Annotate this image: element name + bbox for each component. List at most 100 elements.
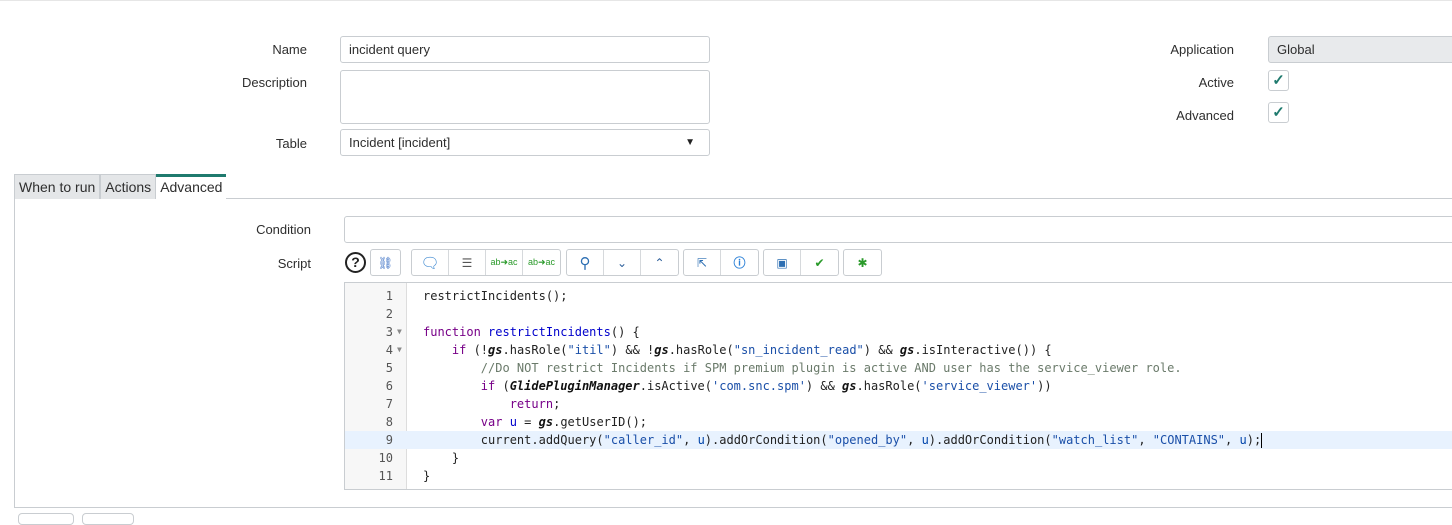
- line-number: 6: [385, 379, 393, 393]
- code-token: ) && !: [610, 343, 655, 357]
- fold-arrow-icon[interactable]: ▼: [397, 323, 402, 341]
- code-token: "opened_by": [827, 433, 908, 447]
- tab-advanced[interactable]: Advanced: [156, 174, 227, 199]
- application-field: Global: [1268, 36, 1452, 63]
- top-divider: [0, 0, 1452, 1]
- line-number: 5: [385, 361, 393, 375]
- code-token: .getUserID();: [553, 415, 648, 429]
- fullscreen-icon[interactable]: ⇱: [684, 250, 721, 275]
- code-token: () {: [610, 325, 640, 339]
- toolbar-group-5: ▣ ✔: [763, 249, 839, 276]
- code-token: gs: [538, 415, 554, 429]
- code-token: GlidePluginManager: [509, 379, 640, 393]
- code-token: restrictIncidents();: [423, 289, 568, 303]
- line-number: 2: [385, 307, 393, 321]
- checkmark-icon: ✓: [1272, 104, 1285, 121]
- code-text: if (GlidePluginManager.isActive('com.snc…: [423, 377, 1052, 395]
- code-text: current.addQuery("caller_id", u).addOrCo…: [423, 431, 1263, 449]
- code-token: .isActive(: [639, 379, 712, 393]
- line-number: 8: [385, 415, 393, 429]
- code-token: }: [423, 469, 431, 483]
- condition-input[interactable]: [344, 216, 1452, 243]
- code-token: ).addOrCondition(: [704, 433, 828, 447]
- search-icon[interactable]: ⚲: [567, 250, 604, 275]
- code-line[interactable]: 7 return;: [345, 395, 1452, 413]
- code-token: 'com.snc.spm': [712, 379, 806, 393]
- code-line[interactable]: 1 restrictIncidents();: [345, 287, 1452, 305]
- code-token: ,: [1225, 433, 1240, 447]
- replace-icon[interactable]: ab➜ac: [486, 250, 523, 275]
- active-checkbox[interactable]: ✓: [1268, 70, 1289, 91]
- fold-arrow-icon[interactable]: ▼: [397, 341, 402, 359]
- code-text: function restrictIncidents() {: [423, 323, 640, 341]
- code-token: u: [921, 433, 929, 447]
- condition-label: Condition: [256, 222, 311, 237]
- script-label: Script: [277, 256, 311, 271]
- code-text: return;: [423, 395, 561, 413]
- code-token: ) &&: [863, 343, 900, 357]
- code-text: restrictIncidents();: [423, 287, 568, 305]
- debug-icon[interactable]: ✱: [844, 250, 881, 275]
- code-token: return: [509, 397, 554, 411]
- help-icon[interactable]: ⓘ: [721, 250, 758, 275]
- code-line[interactable]: 8 var u = gs.getUserID();: [345, 413, 1452, 431]
- code-token: u: [509, 415, 517, 429]
- code-token: function: [423, 325, 481, 339]
- tab-when-to-run[interactable]: When to run: [14, 174, 101, 199]
- code-line[interactable]: 5 //Do NOT restrict Incidents if SPM pre…: [345, 359, 1452, 377]
- code-token: }: [423, 451, 460, 465]
- code-token: gs: [842, 379, 857, 393]
- script-help-icon[interactable]: ?: [345, 252, 366, 273]
- format-code-icon[interactable]: ☰: [449, 250, 486, 275]
- code-token: (!: [466, 343, 489, 357]
- table-label: Table: [275, 136, 307, 151]
- check-syntax-icon[interactable]: ✔: [801, 250, 838, 275]
- code-text: }: [423, 449, 459, 467]
- code-token: ).addOrCondition(: [928, 433, 1052, 447]
- code-token: .hasRole(: [502, 343, 568, 357]
- code-line[interactable]: 10 }: [345, 449, 1452, 467]
- tab-actions[interactable]: Actions: [100, 174, 157, 199]
- dropdown-arrow-icon: ▼: [685, 137, 695, 148]
- code-line[interactable]: 11}: [345, 467, 1452, 485]
- checkmark-icon: ✓: [1272, 72, 1285, 89]
- advanced-checkbox[interactable]: ✓: [1268, 102, 1289, 123]
- toolbar-group-2: 🗨 ☰ ab➜ac ab➜ac: [411, 249, 561, 276]
- code-line[interactable]: 3 ▼ function restrictIncidents() {: [345, 323, 1452, 341]
- code-line[interactable]: 9 current.addQuery("caller_id", u).addOr…: [345, 431, 1452, 449]
- code-token: current.addQuery(: [423, 433, 604, 447]
- update-button[interactable]: [18, 513, 74, 525]
- table-select[interactable]: Incident [incident] ▼: [340, 129, 710, 156]
- code-token: if: [451, 343, 467, 357]
- code-token: 'service_viewer': [921, 379, 1038, 393]
- active-label: Active: [1198, 75, 1234, 90]
- code-line[interactable]: 2: [345, 305, 1452, 323]
- replace-all-icon[interactable]: ab➜ac: [523, 250, 560, 275]
- find-next-icon[interactable]: ⌄: [604, 250, 641, 275]
- code-token: gs: [488, 343, 503, 357]
- script-editor[interactable]: 1 restrictIncidents(); 2 3 ▼ function restric…: [344, 282, 1452, 490]
- code-token: gs: [654, 343, 669, 357]
- delete-button[interactable]: [82, 513, 134, 525]
- name-label: Name: [272, 42, 307, 57]
- toolbar-group-4: ⇱ ⓘ: [683, 249, 759, 276]
- code-line[interactable]: 4 ▼ if (!gs.hasRole("itil") && !gs.hasRol…: [345, 341, 1452, 359]
- code-token: if: [480, 379, 496, 393]
- description-textarea[interactable]: [340, 70, 710, 124]
- code-token: )): [1037, 379, 1052, 393]
- find-previous-icon[interactable]: ⌃: [641, 250, 678, 275]
- advanced-label: Advanced: [1176, 108, 1234, 123]
- code-token: );: [1246, 433, 1262, 447]
- line-number: 4: [385, 343, 393, 357]
- line-number: 9: [385, 433, 393, 447]
- comment-icon[interactable]: 🗨: [412, 250, 449, 275]
- code-line[interactable]: 6 if (GlidePluginManager.isActive('com.s…: [345, 377, 1452, 395]
- save-icon[interactable]: ▣: [764, 250, 801, 275]
- text-cursor: [1261, 433, 1263, 448]
- code-token: "CONTAINS": [1152, 433, 1226, 447]
- code-token: //Do NOT restrict Incidents if SPM premi…: [480, 361, 1182, 375]
- name-input[interactable]: incident query: [340, 36, 710, 63]
- script-include-icon[interactable]: ⛓: [371, 250, 400, 275]
